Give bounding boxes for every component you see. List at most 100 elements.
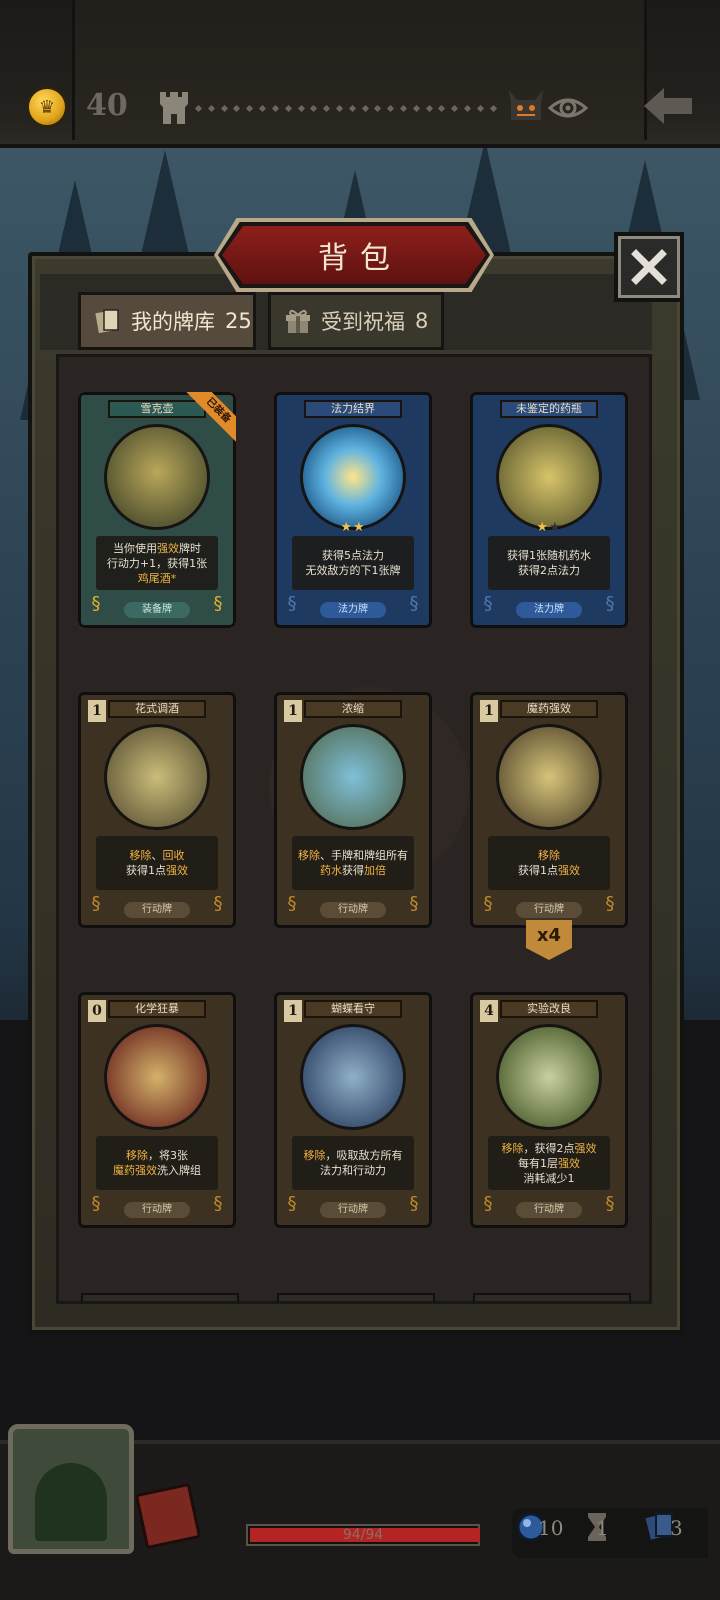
mana-count: 10 [538,1516,564,1540]
description-line: 移除，吸取敌方所有 [304,1148,403,1163]
card-type: 法力牌 [516,602,582,618]
card-stars: ★★ [274,520,432,535]
action-count: 1 [596,1516,609,1540]
description-text: 行动力+1，获得1张 [106,556,208,570]
description-text: 获得1点 [518,864,558,877]
card-partial[interactable] [473,1293,631,1301]
description-text: 移除 [126,1149,148,1162]
card-cost: 1 [88,700,106,722]
card-name: 实验改良 [500,1000,598,1018]
card-description: 移除、回收 获得1点强效 [96,836,218,890]
description-line: 移除 [538,848,560,863]
description-text: 获得1点 [126,864,166,877]
swirl-ornament-icon: § [409,1193,419,1214]
close-button[interactable] [614,232,684,302]
tab-my-deck[interactable]: 我的牌库 25 [78,292,256,350]
card-name: 法力结界 [304,400,402,418]
description-text: 移除 [501,1141,524,1155]
spellbook-icon[interactable] [134,1482,202,1550]
hp-text: 94/94 [342,1527,384,1543]
description-text: 强效 [166,864,188,877]
card[interactable]: 未鉴定的药瓶 ★★ 获得1张随机药水 获得2点法力 § § 法力牌 [470,392,628,628]
card-description: 获得5点法力 无效敌方的下1张牌 [292,536,414,590]
swirl-ornament-icon: § [213,1193,223,1214]
swirl-ornament-icon: § [605,893,615,914]
castle-icon [160,92,188,124]
card[interactable]: 蝴蝶看守 1 移除，吸取敌方所有 法力和行动力 § § 行动牌 [274,992,432,1228]
description-line: 移除，获得2点强效 [502,1141,597,1156]
back-arrow-icon[interactable] [640,84,696,128]
card-name: 未鉴定的药瓶 [500,400,598,418]
description-text: 强效 [558,864,580,877]
description-text: 、 [151,849,163,862]
card[interactable]: 化学狂暴 0 移除，将3张 魔药强效洗入牌组 § § 行动牌 [78,992,236,1228]
star-icon: ★ [340,520,353,535]
close-icon [631,249,667,285]
card-cost: 1 [284,700,302,722]
card-description: 当你使用强效牌时 行动力+1，获得1张 鸡尾酒* [96,536,218,590]
description-text: 鸡尾酒* [137,571,177,585]
description-text: 强效 [558,1156,580,1170]
description-line: 移除、手牌和牌组所有 [298,848,408,863]
card-description: 移除，获得2点强效 每有1层强效 消耗减少1 [488,1136,610,1190]
swirl-ornament-icon: § [483,893,493,914]
card-name: 雪克壶 [108,400,206,418]
description-text: 回收 [162,849,185,862]
character-portrait[interactable] [8,1424,134,1554]
card-art [300,724,406,830]
card[interactable]: 花式调酒 1 移除、回收 获得1点强效 § § 行动牌 [78,692,236,928]
card-name: 魔药强效 [500,700,598,718]
description-line: 当你使用强效牌时 [113,541,201,556]
card-art [104,724,210,830]
description-line: 无效敌方的下1张牌 [306,563,401,578]
tab-blessings-count: 8 [415,309,429,333]
description-line: 药水获得加倍 [320,863,386,878]
card[interactable]: 浓缩 1 移除、手牌和牌组所有 药水获得加倍 § § 行动牌 [274,692,432,928]
card-name: 化学狂暴 [108,1000,206,1018]
description-line: 获得2点法力 [518,563,580,578]
swirl-ornament-icon: § [605,1193,615,1214]
swirl-ornament-icon: § [287,593,297,614]
card-description: 移除获得1点强效 [488,836,610,890]
card-cost: 1 [480,700,498,722]
swirl-ornament-icon: § [605,593,615,614]
description-line: 法力和行动力 [320,1163,386,1178]
card[interactable]: 实验改良 4 移除，获得2点强效 每有1层强效 消耗减少1 § § 行动牌 [470,992,628,1228]
description-text: 获得1张随机药水 [507,549,591,562]
eye-icon[interactable] [548,92,588,124]
description-text: 、手牌和牌组所有 [320,849,408,862]
card-partial[interactable] [81,1293,239,1301]
card-art [300,424,406,530]
description-text: 魔药强效 [113,1164,157,1177]
card-type: 行动牌 [124,1202,190,1218]
card[interactable]: 法力结界 ★★ 获得5点法力 无效敌方的下1张牌 § § 法力牌 [274,392,432,628]
card-name: 浓缩 [304,700,402,718]
card-description: 移除、手牌和牌组所有 药水获得加倍 [292,836,414,890]
description-text: 获得5点法力 [322,549,384,562]
description-text: 移除 [303,1149,326,1162]
description-text: 移除 [538,849,560,862]
card-type: 行动牌 [320,902,386,918]
gold-count: 40 [86,88,128,123]
swirl-ornament-icon: § [287,893,297,914]
card-art [104,424,210,530]
card-art [104,1024,210,1130]
description-text: 移除 [129,849,152,862]
gift-icon [286,309,310,333]
swirl-ornament-icon: § [409,593,419,614]
description-text: 获得2点法力 [518,564,580,577]
description-text: 当你使用 [113,541,157,555]
card-partial[interactable] [277,1293,435,1301]
card[interactable]: 魔药强效 1 移除获得1点强效 § § 行动牌 [470,692,628,928]
tab-blessings[interactable]: 受到祝福 8 [268,292,444,350]
description-text: 药水 [320,864,342,877]
description-text: ，将3张 [148,1149,188,1162]
card-description: 移除，将3张 魔药强效洗入牌组 [96,1136,218,1190]
card[interactable]: 雪克壶 已装备 当你使用强效牌时 行动力+1，获得1张 鸡尾酒* § § 装备牌 [78,392,236,628]
card-stars: ★★ [470,520,628,535]
swirl-ornament-icon: § [213,593,223,614]
card-art [496,424,602,530]
description-line: 移除、回收 [130,848,185,863]
card-type: 行动牌 [516,902,582,918]
boss-icon[interactable] [505,86,547,128]
